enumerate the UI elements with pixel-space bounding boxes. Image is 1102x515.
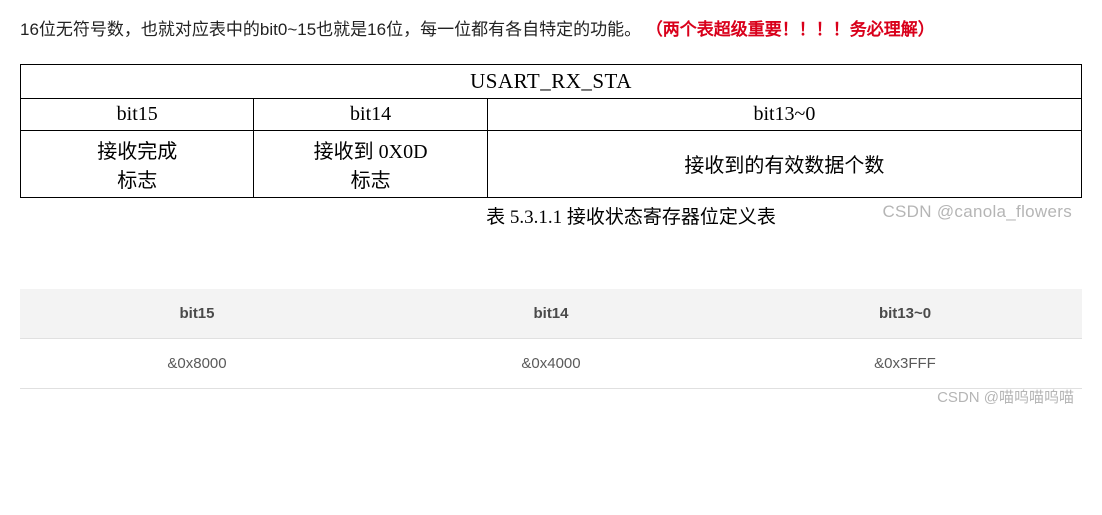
watermark-csdn-1: CSDN @canola_flowers — [882, 202, 1072, 222]
table1-desc-bit13-0: 接收到的有效数据个数 — [487, 130, 1081, 197]
bitmask-table-wrap: bit15 bit14 bit13~0 &0x8000 &0x4000 &0x3… — [20, 289, 1082, 389]
table1-caption: 表 5.3.1.1 接收状态寄存器位定义表 — [486, 207, 776, 228]
table2-header-bit15: bit15 — [20, 289, 374, 339]
intro-emphasis: （两个表超级重要！！！！务必理解） — [646, 20, 935, 39]
table1-caption-row: 表 5.3.1.1 接收状态寄存器位定义表 CSDN @canola_flowe… — [20, 202, 1082, 229]
table1-desc-bit14-l1: 接收到 0X0D — [314, 141, 428, 163]
table2-value-bit14: &0x4000 — [374, 338, 728, 388]
watermark-csdn-2: CSDN @喵呜喵呜喵 — [937, 386, 1074, 407]
table1-desc-bit14-l2: 标志 — [351, 170, 391, 192]
table1-header-bit14: bit14 — [254, 98, 487, 130]
bitmask-table: bit15 bit14 bit13~0 &0x8000 &0x4000 &0x3… — [20, 289, 1082, 389]
table1-desc-bit14: 接收到 0X0D 标志 — [254, 130, 487, 197]
table1-header-bit15: bit15 — [21, 98, 254, 130]
table1-header-bit13-0: bit13~0 — [487, 98, 1081, 130]
usart-register-table: USART_RX_STA bit15 bit14 bit13~0 接收完成 标志… — [20, 64, 1082, 198]
table2-header-bit14: bit14 — [374, 289, 728, 339]
table1-desc-bit15-l1: 接收完成 — [97, 141, 177, 163]
table2-value-bit15: &0x8000 — [20, 338, 374, 388]
intro-text: 16位无符号数，也就对应表中的bit0~15也就是16位，每一位都有各自特定的功… — [20, 20, 646, 39]
table1-title: USART_RX_STA — [21, 64, 1082, 98]
table1-desc-bit15-l2: 标志 — [117, 170, 157, 192]
table2-header-bit13-0: bit13~0 — [728, 289, 1082, 339]
table1-desc-bit15: 接收完成 标志 — [21, 130, 254, 197]
table2-value-bit13-0: &0x3FFF — [728, 338, 1082, 388]
intro-paragraph: 16位无符号数，也就对应表中的bit0~15也就是16位，每一位都有各自特定的功… — [20, 15, 1082, 46]
